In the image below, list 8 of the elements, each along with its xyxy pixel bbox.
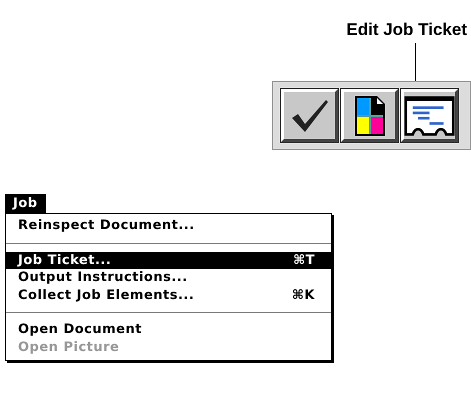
callout-label: Edit Job Ticket (346, 20, 467, 40)
menu-item[interactable]: Job Ticket... ⌘T (6, 252, 331, 269)
checkmark-icon (290, 98, 330, 134)
toolbar-button[interactable] (401, 89, 458, 142)
toolbar-button[interactable] (281, 89, 338, 142)
color-document-icon (354, 96, 384, 136)
menu-title[interactable]: Job (5, 194, 46, 213)
toolbar-button[interactable] (341, 89, 398, 142)
